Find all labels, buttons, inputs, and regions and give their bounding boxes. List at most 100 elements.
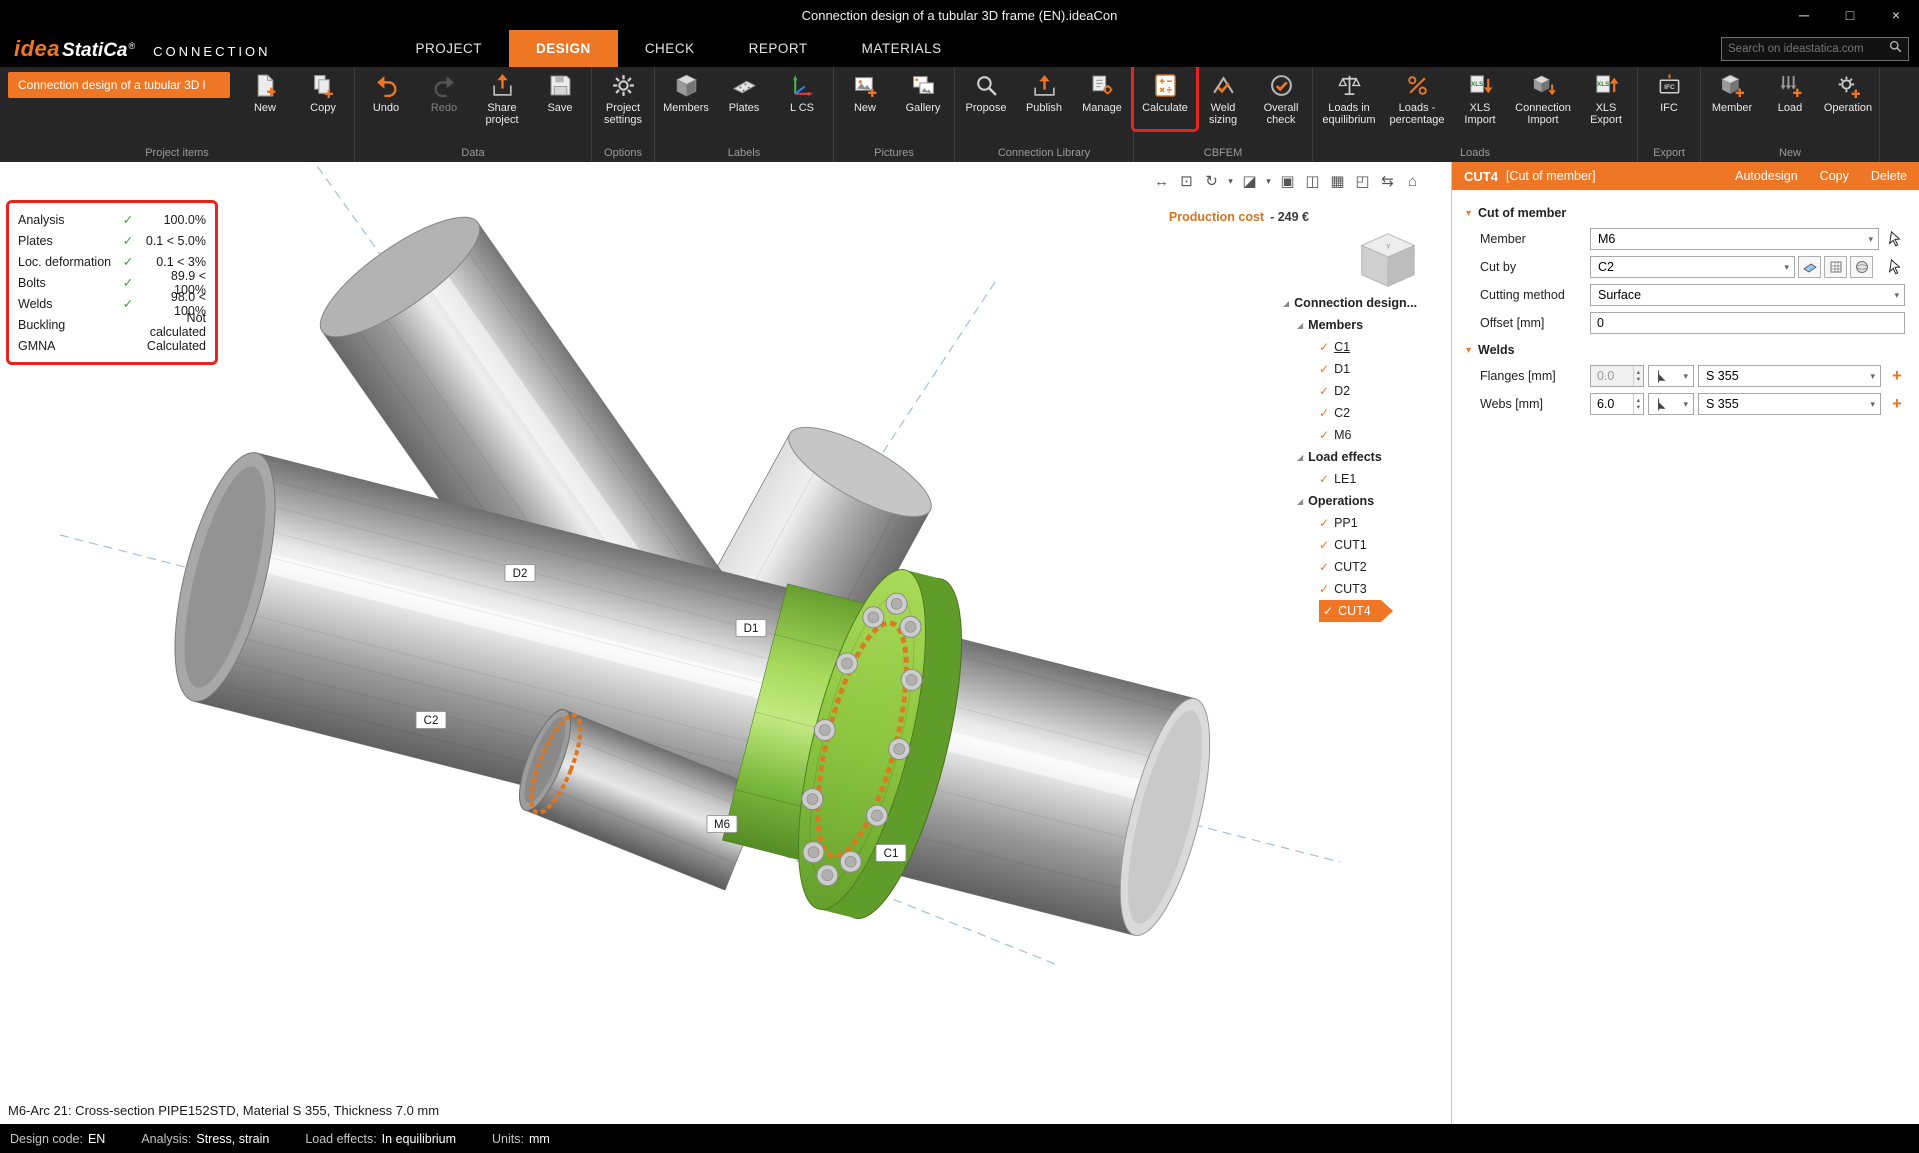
tree-item-cut2[interactable]: ✓CUT2: [1319, 556, 1451, 578]
cutby-plate-button[interactable]: [1798, 256, 1821, 278]
cutby-solid-button[interactable]: [1850, 256, 1873, 278]
webs-thickness-spinner[interactable]: 6.0 ▴▾: [1590, 393, 1644, 415]
labels-members-button[interactable]: Members: [657, 67, 715, 116]
tree-item-d1[interactable]: ✓D1: [1319, 358, 1451, 380]
tree-item-d2[interactable]: ✓D2: [1319, 380, 1451, 402]
new-picture-button[interactable]: New: [836, 67, 894, 116]
view-transparent-icon[interactable]: ◫: [1300, 170, 1325, 192]
loads-percentage-button[interactable]: Loads - percentage: [1383, 67, 1451, 129]
tree-item-cut1[interactable]: ✓CUT1: [1319, 534, 1451, 556]
tab-report[interactable]: REPORT: [722, 30, 835, 67]
labels-plates-button[interactable]: Plates: [715, 67, 773, 116]
tree-item-c1[interactable]: ✓C1: [1319, 336, 1451, 358]
flanges-material-dropdown[interactable]: S 355 ▾: [1698, 365, 1881, 387]
ifc-export-button[interactable]: IFC IFC: [1640, 67, 1698, 116]
tree-item-le1[interactable]: ✓LE1: [1319, 468, 1451, 490]
new-load-button[interactable]: Load: [1761, 67, 1819, 116]
clipping-chevron-icon[interactable]: ▾: [1262, 176, 1275, 187]
measure-icon[interactable]: ↔: [1149, 170, 1174, 192]
new-project-item-button[interactable]: New: [236, 67, 294, 116]
share-project-button[interactable]: Share project: [473, 67, 531, 129]
new-member-button[interactable]: Member: [1703, 67, 1761, 116]
member-dropdown[interactable]: M6 ▾: [1590, 228, 1879, 250]
tab-design[interactable]: DESIGN: [509, 30, 618, 67]
maximize-button[interactable]: □: [1827, 0, 1873, 30]
tab-materials[interactable]: MATERIALS: [835, 30, 969, 67]
flanges-thickness-spinner[interactable]: 0.0 ▴▾: [1590, 365, 1644, 387]
labels-lcs-button[interactable]: L CS: [773, 67, 831, 116]
xls-export-button[interactable]: XLS XLS Export: [1577, 67, 1635, 129]
member-label-c2[interactable]: C2: [416, 712, 446, 729]
tree-group-operations[interactable]: ◢Operations: [1297, 490, 1451, 512]
pick-member-button[interactable]: [1885, 229, 1905, 249]
search-icon[interactable]: [1889, 40, 1902, 58]
home-view-icon[interactable]: ⌂: [1400, 170, 1425, 192]
calculate-button[interactable]: Calculate: [1136, 67, 1194, 116]
tree-group-load-effects[interactable]: ◢Load effects: [1297, 446, 1451, 468]
propose-button[interactable]: Propose: [957, 67, 1015, 116]
tree-root[interactable]: ◢Connection design...: [1283, 292, 1451, 314]
tree-group-members[interactable]: ◢Members: [1297, 314, 1451, 336]
member-label-d2[interactable]: D2: [505, 565, 535, 582]
minimize-button[interactable]: ─: [1781, 0, 1827, 30]
member-label-m6[interactable]: M6: [707, 816, 737, 833]
member-label-c1[interactable]: C1: [876, 845, 906, 862]
gallery-button[interactable]: Gallery: [894, 67, 952, 116]
view-section-icon[interactable]: ◰: [1350, 170, 1375, 192]
webs-material-dropdown[interactable]: S 355 ▾: [1698, 393, 1881, 415]
save-button[interactable]: Save: [531, 67, 589, 116]
copy-project-item-button[interactable]: Copy: [294, 67, 352, 116]
tree-item-m6[interactable]: ✓M6: [1319, 424, 1451, 446]
spinner-arrows-icon[interactable]: ▴▾: [1633, 366, 1643, 386]
flanges-weld-type-dropdown[interactable]: ▾: [1648, 365, 1694, 387]
section-cut-of-member[interactable]: ▾ Cut of member: [1466, 206, 1907, 220]
rotate-view-icon[interactable]: ↻: [1199, 170, 1224, 192]
view-wireframe-icon[interactable]: ▦: [1325, 170, 1350, 192]
zoom-extents-icon[interactable]: ⊡: [1174, 170, 1199, 192]
connection-import-button[interactable]: Connection Import: [1509, 67, 1577, 129]
autodesign-button[interactable]: Autodesign: [1735, 169, 1798, 183]
manage-button[interactable]: Manage: [1073, 67, 1131, 116]
webs-weld-type-dropdown[interactable]: ▾: [1648, 393, 1694, 415]
menu-bar: ideaStatiCa® CONNECTION PROJECT DESIGN C…: [0, 30, 1919, 67]
tab-check[interactable]: CHECK: [618, 30, 722, 67]
tree-item-cut3[interactable]: ✓CUT3: [1319, 578, 1451, 600]
active-project-button[interactable]: Connection design of a tubular 3D l: [8, 72, 230, 98]
expander-icon[interactable]: ◢: [1297, 497, 1303, 506]
overall-check-button[interactable]: Overall check: [1252, 67, 1310, 129]
tree-item-c2[interactable]: ✓C2: [1319, 402, 1451, 424]
copy-operation-button[interactable]: Copy: [1820, 169, 1849, 183]
delete-operation-button[interactable]: Delete: [1871, 169, 1907, 183]
view-solid-icon[interactable]: ▣: [1275, 170, 1300, 192]
new-operation-button[interactable]: Operation: [1819, 67, 1877, 116]
clipping-icon[interactable]: ◪: [1237, 170, 1262, 192]
expander-icon[interactable]: ◢: [1297, 453, 1303, 462]
section-welds[interactable]: ▾ Welds: [1466, 343, 1907, 357]
rotate-view-chevron-icon[interactable]: ▾: [1224, 176, 1237, 187]
cutby-grid-button[interactable]: [1824, 256, 1847, 278]
cutby-dropdown[interactable]: C2 ▾: [1590, 256, 1795, 278]
expander-icon[interactable]: ◢: [1297, 321, 1303, 330]
undo-button[interactable]: Undo: [357, 67, 415, 116]
redo-button[interactable]: Redo: [415, 67, 473, 116]
project-settings-button[interactable]: Project settings: [594, 67, 652, 129]
search-input[interactable]: [1728, 43, 1889, 55]
cutting-method-dropdown[interactable]: Surface ▾: [1590, 284, 1905, 306]
expander-icon[interactable]: ◢: [1283, 299, 1289, 308]
member-label-d1[interactable]: D1: [736, 620, 766, 637]
weld-sizing-button[interactable]: Weld sizing: [1194, 67, 1252, 129]
add-web-weld-button[interactable]: +: [1889, 394, 1905, 414]
add-flange-weld-button[interactable]: +: [1889, 366, 1905, 386]
xls-import-button[interactable]: XLS XLS Import: [1451, 67, 1509, 129]
offset-input[interactable]: [1590, 312, 1905, 334]
tree-item-cut4[interactable]: ✓CUT4: [1319, 600, 1381, 622]
tab-project[interactable]: PROJECT: [389, 30, 510, 67]
pick-cutby-button[interactable]: [1885, 257, 1905, 277]
spinner-arrows-icon[interactable]: ▴▾: [1633, 394, 1643, 414]
tree-item-pp1[interactable]: ✓PP1: [1319, 512, 1451, 534]
publish-button[interactable]: Publish: [1015, 67, 1073, 116]
close-button[interactable]: ×: [1873, 0, 1919, 30]
3d-viewport[interactable]: D2 D1 C2 M6 C1 Analysis✓100.0% Plates✓0.…: [0, 162, 1452, 1124]
loads-equilibrium-button[interactable]: Loads in equilibrium: [1315, 67, 1383, 129]
view-swap-icon[interactable]: ⇆: [1375, 170, 1400, 192]
